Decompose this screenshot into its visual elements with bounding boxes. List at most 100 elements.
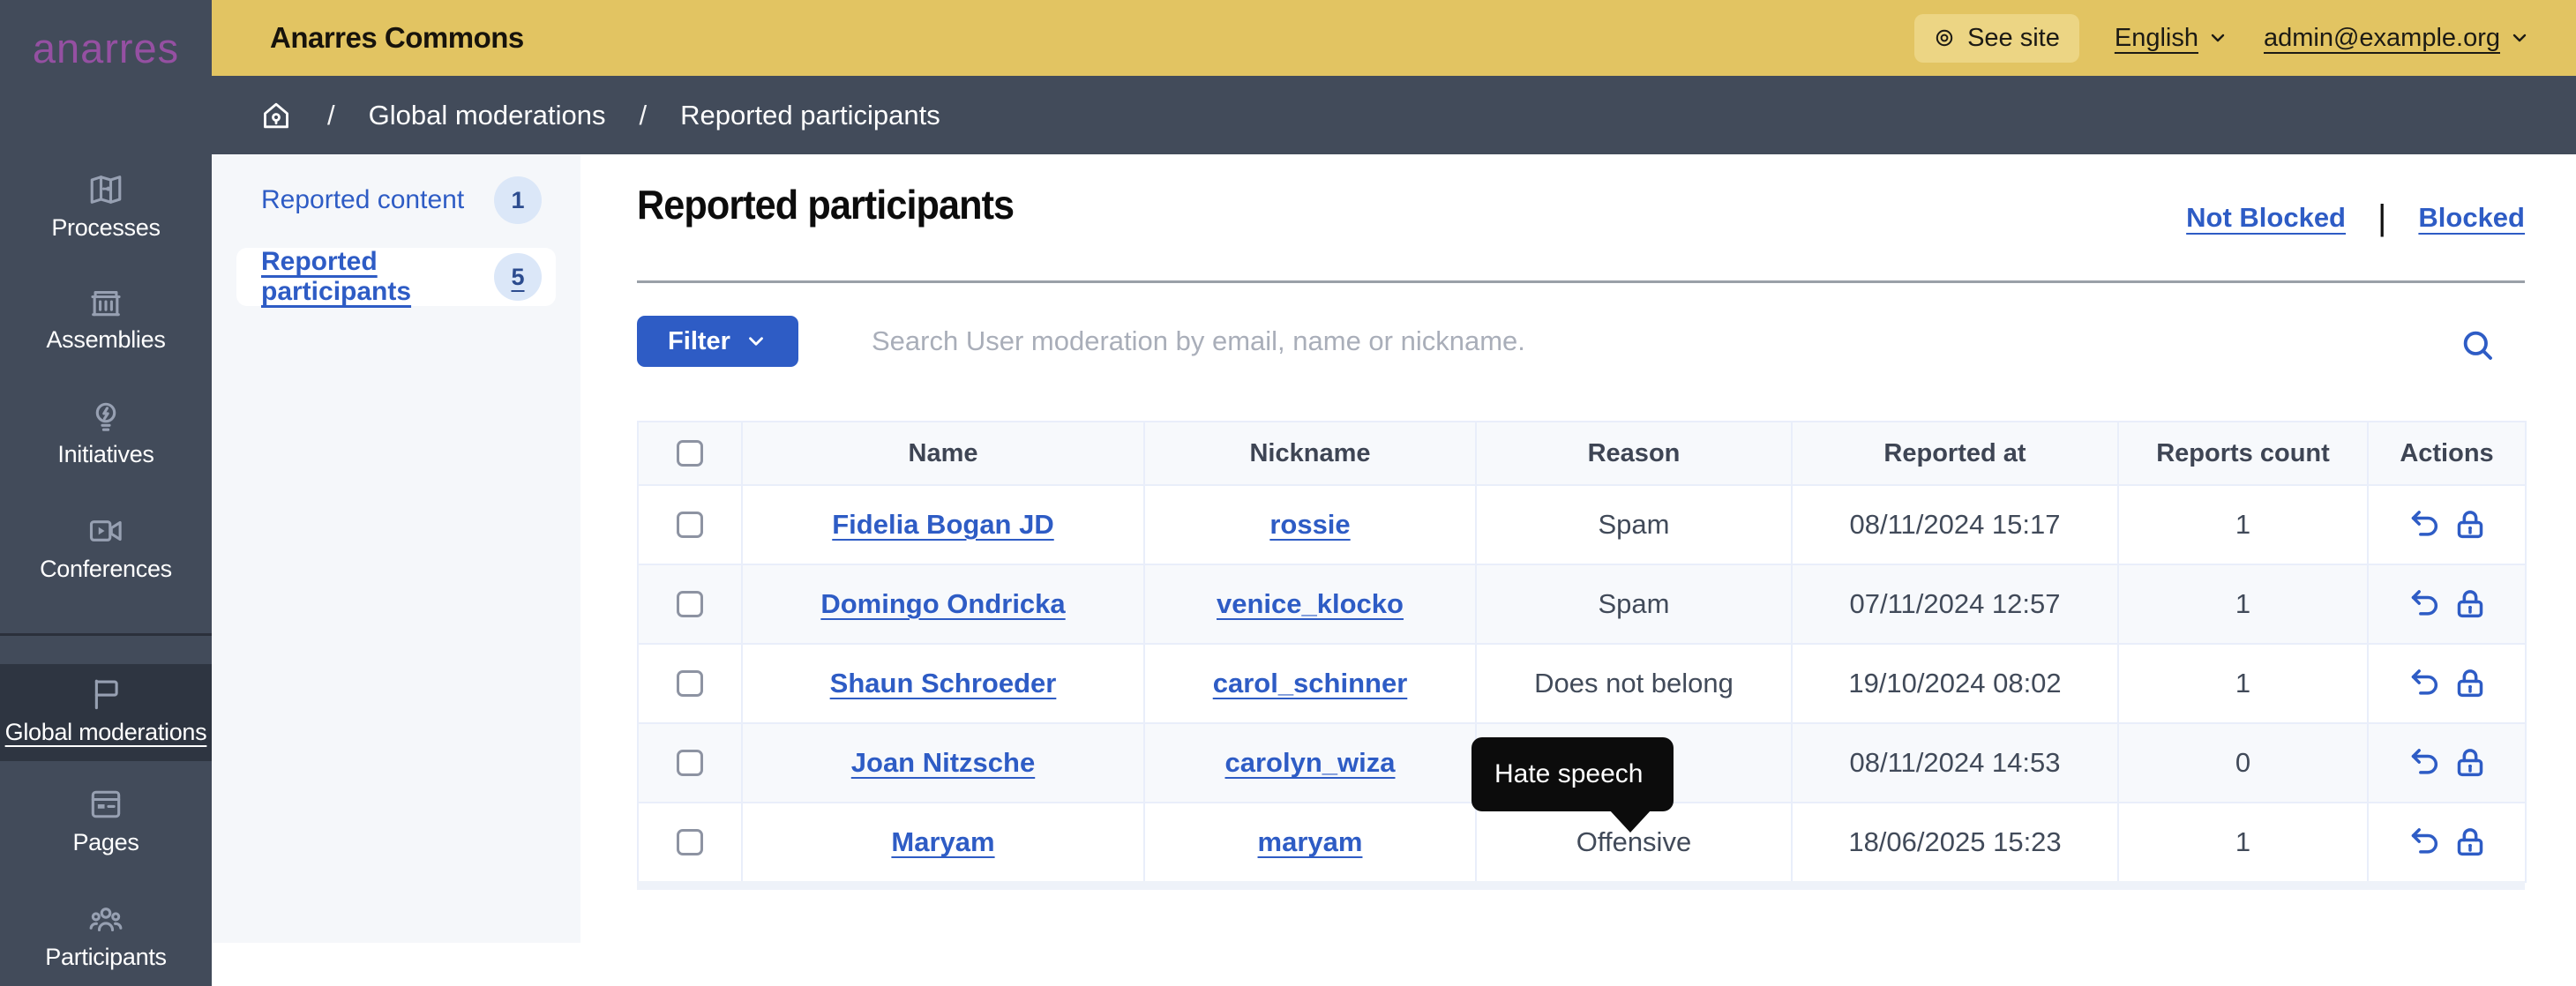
topbar-actions: See site English admin@example.org xyxy=(1914,0,2530,76)
column-header-nickname: Nickname xyxy=(1144,422,1476,485)
chevron-down-icon xyxy=(2207,27,2228,49)
column-header-actions: Actions xyxy=(2368,422,2526,485)
sidebar-item-label: Initiatives xyxy=(57,441,154,468)
row-checkbox[interactable] xyxy=(677,750,703,776)
subnav-item-reported-content[interactable]: Reported content 1 xyxy=(236,172,556,228)
sidebar-item-conferences[interactable]: Conferences xyxy=(0,512,212,583)
sidebar-item-assemblies[interactable]: Assemblies xyxy=(0,282,212,354)
reports-count-cell: 1 xyxy=(2118,803,2368,882)
breadcrumb-global-moderations[interactable]: Global moderations xyxy=(369,100,606,131)
participant-nickname-link[interactable]: venice_klocko xyxy=(1217,588,1404,619)
select-all-checkbox[interactable] xyxy=(677,440,703,467)
table-bottom-strip xyxy=(637,881,2525,890)
count-badge: 5 xyxy=(494,253,542,301)
table-row: Fidelia Bogan JD rossie Spam 08/11/2024 … xyxy=(638,485,2526,564)
sidebar-item-initiatives[interactable]: Initiatives xyxy=(0,397,212,468)
unreport-button[interactable] xyxy=(2407,586,2442,622)
row-checkbox[interactable] xyxy=(677,512,703,538)
lock-icon xyxy=(2452,586,2488,622)
account-email: admin@example.org xyxy=(2264,24,2500,53)
filter-button[interactable]: Filter xyxy=(637,316,798,367)
bank-icon xyxy=(86,282,125,321)
sidebar-item-participants[interactable]: Participants xyxy=(0,900,212,971)
people-icon xyxy=(86,900,125,938)
column-header-reason: Reason xyxy=(1476,422,1792,485)
column-header-reports-count: Reports count xyxy=(2118,422,2368,485)
reported-at-cell: 08/11/2024 15:17 xyxy=(1792,485,2118,564)
title-divider xyxy=(637,280,2525,283)
unreport-button[interactable] xyxy=(2407,745,2442,781)
home-icon xyxy=(258,98,294,133)
participant-nickname-link[interactable]: carol_schinner xyxy=(1213,668,1408,698)
lock-icon xyxy=(2452,745,2488,781)
block-button[interactable] xyxy=(2452,825,2488,860)
unreport-button[interactable] xyxy=(2407,507,2442,542)
unreport-button[interactable] xyxy=(2407,825,2442,860)
sidebar-item-pages[interactable]: Pages xyxy=(0,785,212,856)
filter-button-label: Filter xyxy=(668,327,730,356)
breadcrumb: / Global moderations / Reported particip… xyxy=(0,76,2576,154)
language-menu[interactable]: English xyxy=(2115,24,2228,53)
participant-nickname-link[interactable]: carolyn_wiza xyxy=(1225,747,1396,778)
participant-name-link[interactable]: Shaun Schroeder xyxy=(830,668,1057,698)
pages-icon xyxy=(86,785,125,824)
participant-nickname-link[interactable]: maryam xyxy=(1258,826,1363,857)
target-icon xyxy=(1934,27,1955,49)
top-bar: anarres Anarres Commons See site English… xyxy=(0,0,2576,76)
reported-participants-table: Name Nickname Reason Reported at Reports… xyxy=(637,421,2527,883)
table-header-row: Name Nickname Reason Reported at Reports… xyxy=(638,422,2526,485)
reason-cell: Spam xyxy=(1476,485,1792,564)
reports-count-cell: 0 xyxy=(2118,723,2368,803)
page-title: Reported participants xyxy=(637,181,1014,228)
tab-separator: | xyxy=(2378,200,2386,235)
row-checkbox[interactable] xyxy=(677,670,703,697)
sidebar-item-global-moderations[interactable]: Global moderations xyxy=(0,664,212,761)
sidebar-item-label: Pages xyxy=(72,829,139,856)
count-badge: 1 xyxy=(494,176,542,224)
participant-name-link[interactable]: Fidelia Bogan JD xyxy=(832,509,1053,540)
lock-icon xyxy=(2452,825,2488,860)
tab-blocked[interactable]: Blocked xyxy=(2418,202,2525,234)
main-content: Reported participants Not Blocked | Bloc… xyxy=(580,154,2576,986)
chevron-down-icon xyxy=(745,330,768,353)
reason-tooltip-arrow xyxy=(1609,810,1651,833)
brand-logo[interactable]: anarres xyxy=(0,0,212,76)
block-button[interactable] xyxy=(2452,745,2488,781)
sidebar-item-label: Conferences xyxy=(40,556,172,583)
block-button[interactable] xyxy=(2452,586,2488,622)
subnav-item-label: Reported content xyxy=(261,185,464,215)
reports-count-cell: 1 xyxy=(2118,644,2368,723)
reported-at-cell: 19/10/2024 08:02 xyxy=(1792,644,2118,723)
breadcrumb-home-link[interactable] xyxy=(258,98,294,133)
lightbulb-icon xyxy=(86,397,125,436)
account-menu[interactable]: admin@example.org xyxy=(2264,24,2530,53)
sidebar-item-processes[interactable]: Processes xyxy=(0,170,212,242)
unreport-icon xyxy=(2407,666,2442,701)
chevron-down-icon xyxy=(2509,27,2530,49)
reported-at-cell: 18/06/2025 15:23 xyxy=(1792,803,2118,882)
row-checkbox[interactable] xyxy=(677,591,703,617)
unreport-icon xyxy=(2407,507,2442,542)
row-checkbox[interactable] xyxy=(677,829,703,855)
participant-name-link[interactable]: Maryam xyxy=(891,826,994,857)
subnav-item-reported-participants[interactable]: Reported participants 5 xyxy=(236,248,556,306)
see-site-button[interactable]: See site xyxy=(1914,14,2079,63)
search-icon[interactable] xyxy=(2460,327,2495,362)
column-header-name: Name xyxy=(742,422,1144,485)
lock-icon xyxy=(2452,666,2488,701)
tab-not-blocked[interactable]: Not Blocked xyxy=(2186,202,2346,234)
block-button[interactable] xyxy=(2452,666,2488,701)
participant-nickname-link[interactable]: rossie xyxy=(1269,509,1350,540)
participant-name-link[interactable]: Domingo Ondricka xyxy=(820,588,1065,619)
unreport-button[interactable] xyxy=(2407,666,2442,701)
breadcrumb-separator: / xyxy=(639,100,647,131)
block-button[interactable] xyxy=(2452,507,2488,542)
lock-icon xyxy=(2452,507,2488,542)
see-site-label: See site xyxy=(1967,24,2060,53)
unreport-icon xyxy=(2407,825,2442,860)
breadcrumb-reported-participants[interactable]: Reported participants xyxy=(680,100,940,131)
map-icon xyxy=(86,170,125,209)
search-input[interactable] xyxy=(870,316,2361,367)
sidebar-item-label: Global moderations xyxy=(5,719,207,746)
participant-name-link[interactable]: Joan Nitzsche xyxy=(851,747,1035,778)
